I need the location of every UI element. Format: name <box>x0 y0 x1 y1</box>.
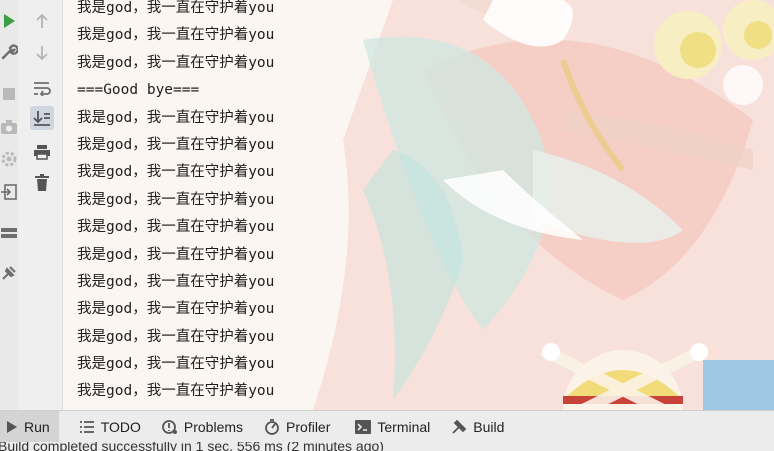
console-line: 我是god，我一直在守护着you <box>77 191 275 208</box>
tool-window-bar: Run TODO Problems Profiler Terminal Build <box>0 410 774 443</box>
console-line: 我是god，我一直在守护着you <box>77 219 275 236</box>
console-line: 我是god，我一直在守护着you <box>77 0 275 16</box>
run-icon <box>6 420 18 434</box>
tab-terminal[interactable]: Terminal <box>349 411 439 443</box>
tab-label: Terminal <box>377 419 431 435</box>
console-line: 我是god，我一直在守护着you <box>77 27 275 44</box>
console-line: 我是god，我一直在守护着you <box>77 383 275 400</box>
scroll-to-end-icon[interactable] <box>30 106 54 130</box>
terminal-icon <box>355 420 372 434</box>
tab-problems[interactable]: Problems <box>156 411 252 443</box>
console-line: 我是god，我一直在守护着you <box>77 273 275 290</box>
build-icon <box>451 419 467 435</box>
tab-profiler[interactable]: Profiler <box>258 411 339 443</box>
console-line: 我是god，我一直在守护着you <box>77 301 275 318</box>
console-line: ===Good bye=== <box>77 82 200 99</box>
scroll-down-icon[interactable] <box>30 41 54 65</box>
problems-icon <box>161 419 178 435</box>
tab-label: TODO <box>100 419 141 435</box>
console-line: 我是god，我一直在守护着you <box>77 328 275 345</box>
console-toolbar <box>18 0 63 410</box>
console-line: 我是god，我一直在守护着you <box>77 356 275 373</box>
soft-wrap-icon[interactable] <box>30 76 54 100</box>
tab-label: Problems <box>183 419 244 435</box>
tab-build[interactable]: Build <box>445 411 513 443</box>
tab-label: Run <box>24 419 50 435</box>
console-line: 我是god，我一直在守护着you <box>77 136 275 153</box>
console-output: 我是god，我一直在守护着you 我是god，我一直在守护着you 我是god，我一… <box>77 0 274 406</box>
run-console[interactable]: 我是god，我一直在守护着you 我是god，我一直在守护着you 我是god，我一… <box>63 0 774 410</box>
console-line: 我是god，我一直在守护着you <box>77 164 275 181</box>
tab-label: Profiler <box>286 419 331 435</box>
tab-run[interactable]: Run <box>0 411 59 443</box>
trash-icon[interactable] <box>30 171 54 195</box>
status-bar: Build completed successfully in 1 sec, 5… <box>0 442 774 451</box>
console-line: 我是god，我一直在守护着you <box>77 246 275 263</box>
tab-label: Build <box>473 419 505 435</box>
left-tool-strip <box>0 0 19 410</box>
profiler-icon <box>264 419 280 435</box>
todo-icon <box>79 420 95 434</box>
tab-todo[interactable]: TODO <box>73 411 150 443</box>
console-line: 我是god，我一直在守护着you <box>77 54 275 71</box>
status-message: Build completed successfully in 1 sec, 5… <box>0 442 384 451</box>
print-icon[interactable] <box>30 140 54 164</box>
scroll-up-icon[interactable] <box>30 9 54 33</box>
console-line: 我是god，我一直在守护着you <box>77 109 275 126</box>
